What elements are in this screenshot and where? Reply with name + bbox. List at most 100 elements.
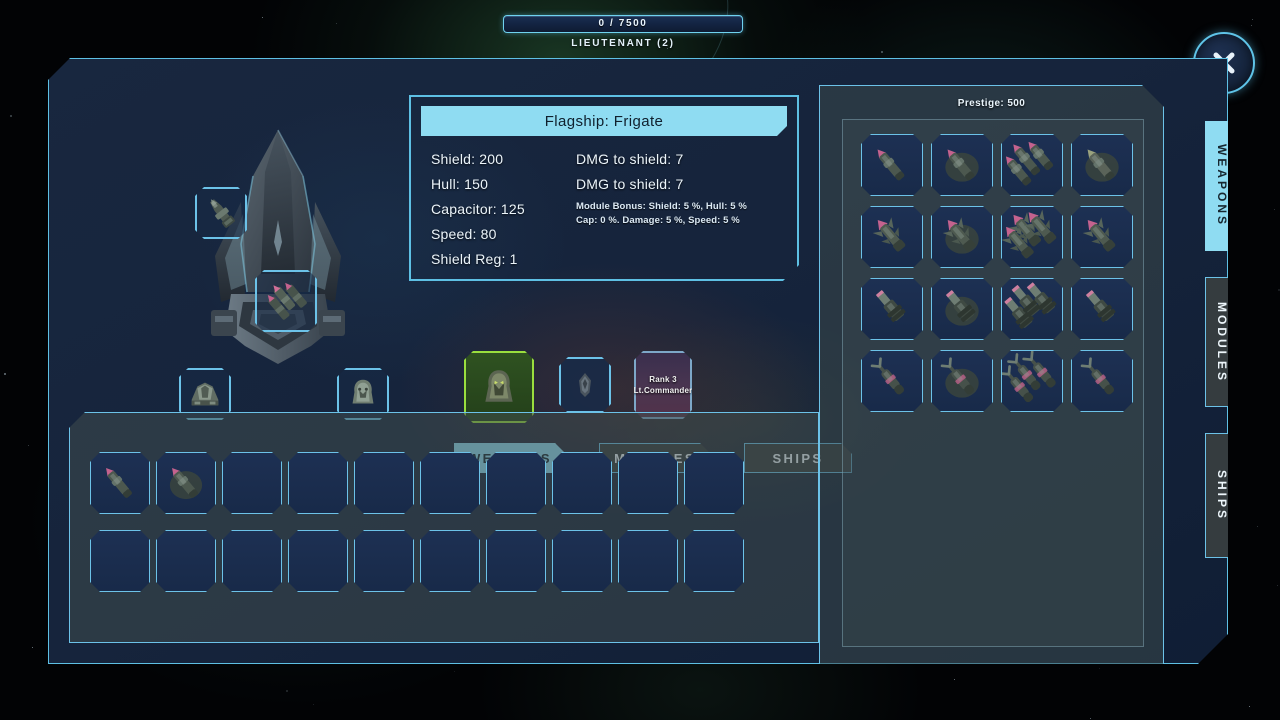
stats-right-column: DMG to shield: 7 DMG to shield: 7 Module… — [576, 151, 747, 229]
inventory-slot-11 — [90, 530, 150, 592]
inventory-slot-12 — [156, 530, 216, 592]
inventory-slot-8 — [552, 452, 612, 514]
game-screen: 0 / 7500 LIEUTENANT (2) Flagship: Frigat… — [0, 0, 1280, 720]
weapon-sprite-a — [91, 453, 149, 513]
weapon-sprite-i — [862, 279, 922, 339]
side-tab-weapons[interactable]: WEAPONS — [1205, 121, 1239, 251]
weapon-sprite-p — [1072, 351, 1132, 411]
weapon-sprite-b — [157, 453, 215, 513]
xp-value-label: 0 / 7500 — [598, 18, 648, 29]
weapon-sprite-b — [932, 135, 992, 195]
stat-speed: Speed: 80 — [431, 226, 497, 242]
crew-icon-commander — [478, 366, 520, 408]
player-rank-label: LIEUTENANT (2) — [571, 38, 675, 49]
module-bonus-line-2: Cap: 0 %. Damage: 5 %, Speed: 5 % — [576, 215, 740, 226]
store-slot-15[interactable] — [1001, 350, 1063, 412]
inventory-slot-18 — [552, 530, 612, 592]
weapon-sprite-m — [862, 351, 922, 411]
side-tab-ships[interactable]: SHIPS — [1205, 433, 1239, 558]
stat-dmg-to-shield-1: DMG to shield: 7 — [576, 151, 684, 167]
store-slot-13[interactable] — [861, 350, 923, 412]
store-items-container — [842, 119, 1144, 647]
weapon-sprite-f — [932, 207, 992, 267]
loadout-window: Flagship: Frigate Shield: 200 Hull: 150 … — [48, 58, 1228, 664]
store-slot-16[interactable] — [1071, 350, 1133, 412]
crew-rank-number: Rank 3 — [649, 374, 677, 384]
store-slot-8[interactable] — [1071, 206, 1133, 268]
inventory-slot-10 — [684, 452, 744, 514]
inventory-slot-7 — [486, 452, 546, 514]
stat-capacitor: Capacitor: 125 — [431, 201, 525, 217]
inventory-slot-4 — [288, 452, 348, 514]
store-slot-14[interactable] — [931, 350, 993, 412]
store-slot-9[interactable] — [861, 278, 923, 340]
weapon-sprite-j — [932, 279, 992, 339]
store-grid — [861, 134, 1133, 412]
crew-slot-2[interactable] — [559, 357, 611, 413]
store-slot-10[interactable] — [931, 278, 993, 340]
weapon-sprite-k — [1002, 279, 1062, 339]
crew-rank-title: Lt.Commander — [633, 385, 693, 395]
store-slot-5[interactable] — [861, 206, 923, 268]
side-tab-weapons-label: WEAPONS — [1215, 144, 1229, 228]
weapon-sprite-c — [1002, 135, 1062, 195]
inventory-grid — [90, 452, 744, 592]
inventory-slot-5 — [354, 452, 414, 514]
weapon-sprite-h — [1072, 207, 1132, 267]
prestige-label: Prestige: 500 — [957, 98, 1026, 109]
store-slot-2[interactable] — [931, 134, 993, 196]
hardpoint-slot-2[interactable] — [255, 270, 317, 332]
stats-panel-header: Flagship: Frigate — [421, 106, 787, 136]
inventory-slot-13 — [222, 530, 282, 592]
side-tab-modules-label: MODULES — [1215, 301, 1229, 383]
store-slot-6[interactable] — [931, 206, 993, 268]
inventory-slot-2[interactable] — [156, 452, 216, 514]
stat-dmg-to-shield-2: DMG to shield: 7 — [576, 176, 684, 192]
weapon-sprite-g — [1002, 207, 1062, 267]
side-tab-ships-label: SHIPS — [1215, 469, 1229, 521]
store-slot-1[interactable] — [861, 134, 923, 196]
module-bonus-line-1: Module Bonus: Shield: 5 %, Hull: 5 % — [576, 201, 747, 212]
inventory-slot-14 — [288, 530, 348, 592]
inventory-slot-3 — [222, 452, 282, 514]
inventory-slot-20 — [684, 530, 744, 592]
weapon-sprite-o — [1002, 351, 1062, 411]
ship-display-area — [129, 114, 429, 434]
xp-bar-container: 0 / 7500 LIEUTENANT (2) — [503, 15, 743, 49]
side-tab-modules[interactable]: MODULES — [1205, 277, 1239, 407]
weapon-sprite-l — [1072, 279, 1132, 339]
module-icon-crew — [344, 375, 382, 413]
hardpoint-slot-1[interactable] — [195, 187, 247, 239]
xp-progress-bar: 0 / 7500 — [503, 15, 743, 33]
inventory-slot-16 — [420, 530, 480, 592]
weapon-sprite-e — [862, 207, 922, 267]
weapon-icon-triple-launcher — [263, 278, 309, 324]
ship-stats-panel: Flagship: Frigate Shield: 200 Hull: 150 … — [409, 95, 799, 281]
inventory-panel — [69, 412, 819, 643]
flagship-sprite — [191, 124, 366, 374]
stats-title: Flagship: Frigate — [544, 112, 664, 130]
weapon-sprite-n — [932, 351, 992, 411]
weapon-icon-missile — [202, 194, 240, 232]
store-slot-4[interactable] — [1071, 134, 1133, 196]
module-icon-engine — [186, 375, 224, 413]
stat-shield-reg: Shield Reg: 1 — [431, 251, 518, 267]
inventory-slot-6 — [420, 452, 480, 514]
weapon-sprite-a — [862, 135, 922, 195]
crew-rank-badge[interactable]: Rank 3 Lt.Commander — [634, 351, 692, 419]
stats-left-column: Shield: 200 Hull: 150 Capacitor: 125 Spe… — [431, 151, 525, 276]
inventory-slot-15 — [354, 530, 414, 592]
inventory-slot-1[interactable] — [90, 452, 150, 514]
stat-hull: Hull: 150 — [431, 176, 489, 192]
store-slot-3[interactable] — [1001, 134, 1063, 196]
store-panel: Prestige: 500 — [819, 85, 1164, 665]
weapon-sprite-d — [1072, 135, 1132, 195]
inventory-slot-9 — [618, 452, 678, 514]
inventory-slot-19 — [618, 530, 678, 592]
inventory-slot-17 — [486, 530, 546, 592]
store-slot-7[interactable] — [1001, 206, 1063, 268]
store-slot-12[interactable] — [1071, 278, 1133, 340]
stat-shield: Shield: 200 — [431, 151, 504, 167]
store-slot-11[interactable] — [1001, 278, 1063, 340]
crew-icon-officer — [570, 370, 600, 400]
